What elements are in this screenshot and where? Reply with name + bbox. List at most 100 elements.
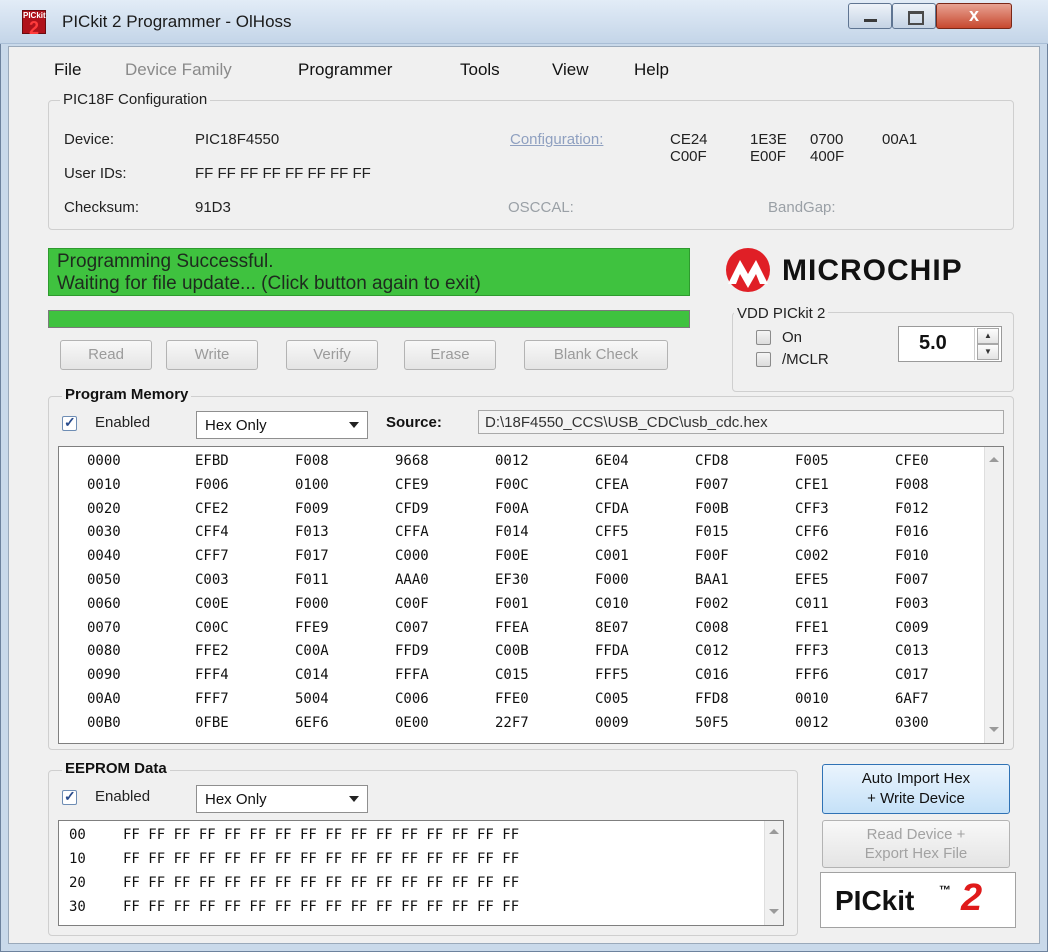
- memory-word[interactable]: C00A: [295, 643, 329, 659]
- memory-word[interactable]: CFF3: [795, 501, 829, 517]
- memory-word[interactable]: F017: [295, 548, 329, 564]
- menu-view[interactable]: View: [552, 60, 589, 80]
- scroll-down-icon[interactable]: [989, 727, 999, 732]
- eeprom-enabled-checkbox[interactable]: [62, 788, 77, 805]
- memory-word[interactable]: 5004: [295, 691, 329, 707]
- memory-word[interactable]: C008: [695, 620, 729, 636]
- memory-word[interactable]: EFBD: [195, 453, 229, 469]
- memory-word[interactable]: C000: [395, 548, 429, 564]
- memory-word[interactable]: F014: [495, 524, 529, 540]
- memory-word[interactable]: C00B: [495, 643, 529, 659]
- memory-word[interactable]: C010: [595, 596, 629, 612]
- verify-button[interactable]: Verify: [286, 340, 378, 370]
- memory-word[interactable]: F005: [795, 453, 829, 469]
- memory-word[interactable]: FFFA: [395, 667, 429, 683]
- eeprom-scrollbar[interactable]: [764, 821, 783, 925]
- memory-word[interactable]: CFDA: [595, 501, 629, 517]
- memory-word[interactable]: FFE1: [795, 620, 829, 636]
- memory-word[interactable]: AAA0: [395, 572, 429, 588]
- memory-word[interactable]: FFF3: [795, 643, 829, 659]
- scroll-up-icon[interactable]: [989, 457, 999, 462]
- memory-word[interactable]: CFF4: [195, 524, 229, 540]
- memory-word[interactable]: 22F7: [495, 715, 529, 731]
- memory-word[interactable]: 6AF7: [895, 691, 929, 707]
- memory-word[interactable]: EFE5: [795, 572, 829, 588]
- read-button[interactable]: Read: [60, 340, 152, 370]
- eeprom-grid[interactable]: 00 FF FF FF FF FF FF FF FF FF FF FF FF FF…: [58, 820, 784, 926]
- auto-import-write-button[interactable]: Auto Import Hex + Write Device: [822, 764, 1010, 814]
- configuration-link[interactable]: Configuration:: [510, 131, 603, 148]
- memory-word[interactable]: 0010: [795, 691, 829, 707]
- write-button[interactable]: Write: [166, 340, 258, 370]
- memory-word[interactable]: F007: [895, 572, 929, 588]
- memory-word[interactable]: FFE2: [195, 643, 229, 659]
- memory-word[interactable]: C002: [795, 548, 829, 564]
- vdd-on-checkbox[interactable]: [756, 330, 771, 345]
- memory-word[interactable]: 0300: [895, 715, 929, 731]
- spin-up-icon[interactable]: ▲: [977, 328, 999, 344]
- memory-word[interactable]: C00E: [195, 596, 229, 612]
- memory-word[interactable]: 0FBE: [195, 715, 229, 731]
- minimize-button[interactable]: [848, 3, 892, 29]
- memory-word[interactable]: FFF4: [195, 667, 229, 683]
- memory-word[interactable]: 0012: [495, 453, 529, 469]
- memory-word[interactable]: C005: [595, 691, 629, 707]
- menu-tools[interactable]: Tools: [460, 60, 500, 80]
- spin-down-icon[interactable]: ▼: [977, 344, 999, 360]
- memory-word[interactable]: F000: [595, 572, 629, 588]
- memory-word[interactable]: FFD8: [695, 691, 729, 707]
- memory-word[interactable]: C014: [295, 667, 329, 683]
- memory-word[interactable]: FFF7: [195, 691, 229, 707]
- memory-word[interactable]: FFDA: [595, 643, 629, 659]
- memory-word[interactable]: F016: [895, 524, 929, 540]
- memory-word[interactable]: F00E: [495, 548, 529, 564]
- erase-button[interactable]: Erase: [404, 340, 496, 370]
- memory-word[interactable]: 0E00: [395, 715, 429, 731]
- memory-word[interactable]: FFE0: [495, 691, 529, 707]
- memory-word[interactable]: F00F: [695, 548, 729, 564]
- memory-word[interactable]: CFF7: [195, 548, 229, 564]
- scroll-down-icon[interactable]: [769, 909, 779, 914]
- memory-word[interactable]: FFD9: [395, 643, 429, 659]
- program-memory-scrollbar[interactable]: [984, 447, 1003, 743]
- memory-word[interactable]: F00C: [495, 477, 529, 493]
- mclr-checkbox[interactable]: [756, 352, 771, 367]
- memory-word[interactable]: BAA1: [695, 572, 729, 588]
- memory-word[interactable]: C007: [395, 620, 429, 636]
- memory-word[interactable]: F008: [895, 477, 929, 493]
- memory-word[interactable]: 9668: [395, 453, 429, 469]
- menu-file[interactable]: File: [54, 60, 81, 80]
- memory-word[interactable]: 8E07: [595, 620, 629, 636]
- close-button[interactable]: x: [936, 3, 1012, 29]
- menu-programmer[interactable]: Programmer: [298, 60, 392, 80]
- eeprom-mode-select[interactable]: Hex Only: [196, 785, 368, 813]
- memory-word[interactable]: C017: [895, 667, 929, 683]
- eeprom-bytes[interactable]: FF FF FF FF FF FF FF FF FF FF FF FF FF F…: [123, 827, 519, 843]
- memory-word[interactable]: F007: [695, 477, 729, 493]
- memory-word[interactable]: C012: [695, 643, 729, 659]
- memory-word[interactable]: CFD9: [395, 501, 429, 517]
- memory-word[interactable]: F006: [195, 477, 229, 493]
- memory-word[interactable]: CFD8: [695, 453, 729, 469]
- memory-word[interactable]: F003: [895, 596, 929, 612]
- memory-word[interactable]: C013: [895, 643, 929, 659]
- memory-word[interactable]: 0012: [795, 715, 829, 731]
- memory-word[interactable]: EF30: [495, 572, 529, 588]
- memory-word[interactable]: 6EF6: [295, 715, 329, 731]
- memory-word[interactable]: F001: [495, 596, 529, 612]
- program-memory-grid[interactable]: 0000 EFBD F008 9668 0012 6E04 CFD8 F005 CFE0 0010…: [58, 446, 1004, 744]
- memory-word[interactable]: CFE9: [395, 477, 429, 493]
- memory-word[interactable]: CFF6: [795, 524, 829, 540]
- memory-word[interactable]: F000: [295, 596, 329, 612]
- maximize-button[interactable]: [892, 3, 936, 29]
- blank-check-button[interactable]: Blank Check: [524, 340, 668, 370]
- memory-word[interactable]: F00B: [695, 501, 729, 517]
- eeprom-bytes[interactable]: FF FF FF FF FF FF FF FF FF FF FF FF FF F…: [123, 851, 519, 867]
- memory-word[interactable]: 0009: [595, 715, 629, 731]
- memory-word[interactable]: C009: [895, 620, 929, 636]
- scroll-up-icon[interactable]: [769, 829, 779, 834]
- memory-word[interactable]: C001: [595, 548, 629, 564]
- memory-word[interactable]: C00C: [195, 620, 229, 636]
- memory-word[interactable]: CFE1: [795, 477, 829, 493]
- memory-word[interactable]: F012: [895, 501, 929, 517]
